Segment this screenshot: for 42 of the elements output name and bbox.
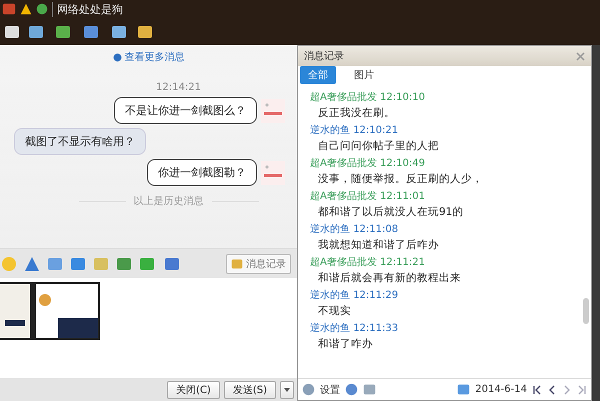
message-sender: 逆水的鱼 12:11:08 [310,222,400,237]
history-tab[interactable]: 图片 [346,66,382,84]
message-sender: 超A奢侈品批发 12:11:21 [310,256,426,270]
first-page-icon[interactable] [532,384,542,394]
message-sender: 超A奢侈品批发 12:10:49 [310,156,426,171]
message-text: 和谐了咋办 [317,337,374,352]
date-label: 2014-6-14 [475,384,527,395]
next-page-icon[interactable] [562,384,572,394]
message-text: 我就想知道和谐了后咋办 [317,238,440,253]
message-time: 12:14:21 [156,82,201,93]
history-divider-text: 以上是历史消息 [134,194,204,208]
more-messages-label[interactable]: 查看更多消息 [124,50,184,64]
settings-label[interactable]: 设置 [320,382,340,396]
panel-title: 消息记录 [304,50,344,63]
previous-page-icon[interactable] [547,384,557,394]
message-text: 没事，随便举报。反正刷的人少， [317,172,484,187]
message-text: 都和谐了以后就没人在玩91的 [317,205,464,220]
message-text: 自己问问你帖子里的人把 [317,139,440,154]
message-text: 和谐后就会再有新的教程出来 [317,271,462,286]
clock-icon [112,52,122,62]
message-sender: 超A奢侈品批发 12:10:10 [310,90,426,105]
message-text: 不现实 [317,304,352,319]
close-button[interactable]: 关闭(C) [167,380,220,398]
history-button[interactable]: 消息记录 [226,254,291,274]
message-sender: 超A奢侈品批发 12:11:01 [310,190,426,204]
last-page-icon[interactable] [577,384,587,394]
history-tab[interactable]: 全部 [300,66,336,84]
message-bubble: 不是让你进一剑截图么？ [114,97,257,124]
scrollbar-thumb[interactable] [583,298,589,324]
window-title: 网络处处是狗 [52,2,123,16]
more-messages-link[interactable]: 查看更多消息 [112,50,184,64]
hat-icon[interactable] [24,256,40,272]
message-sender: 逆水的鱼 12:10:21 [310,124,400,138]
close-icon[interactable] [576,52,585,60]
message-sender: 逆水的鱼 12:11:33 [310,322,400,336]
message-sender: 逆水的鱼 12:11:29 [310,288,400,303]
send-options-button[interactable] [280,380,294,398]
message-bubble: 截图了不显示有啥用？ [14,128,146,155]
message-text: 反正我没在刷。 [317,106,396,121]
message-bubble: 你进一剑截图勒？ [147,159,257,186]
caret-icon [284,388,290,392]
send-button[interactable]: 发送(S) [224,380,276,398]
